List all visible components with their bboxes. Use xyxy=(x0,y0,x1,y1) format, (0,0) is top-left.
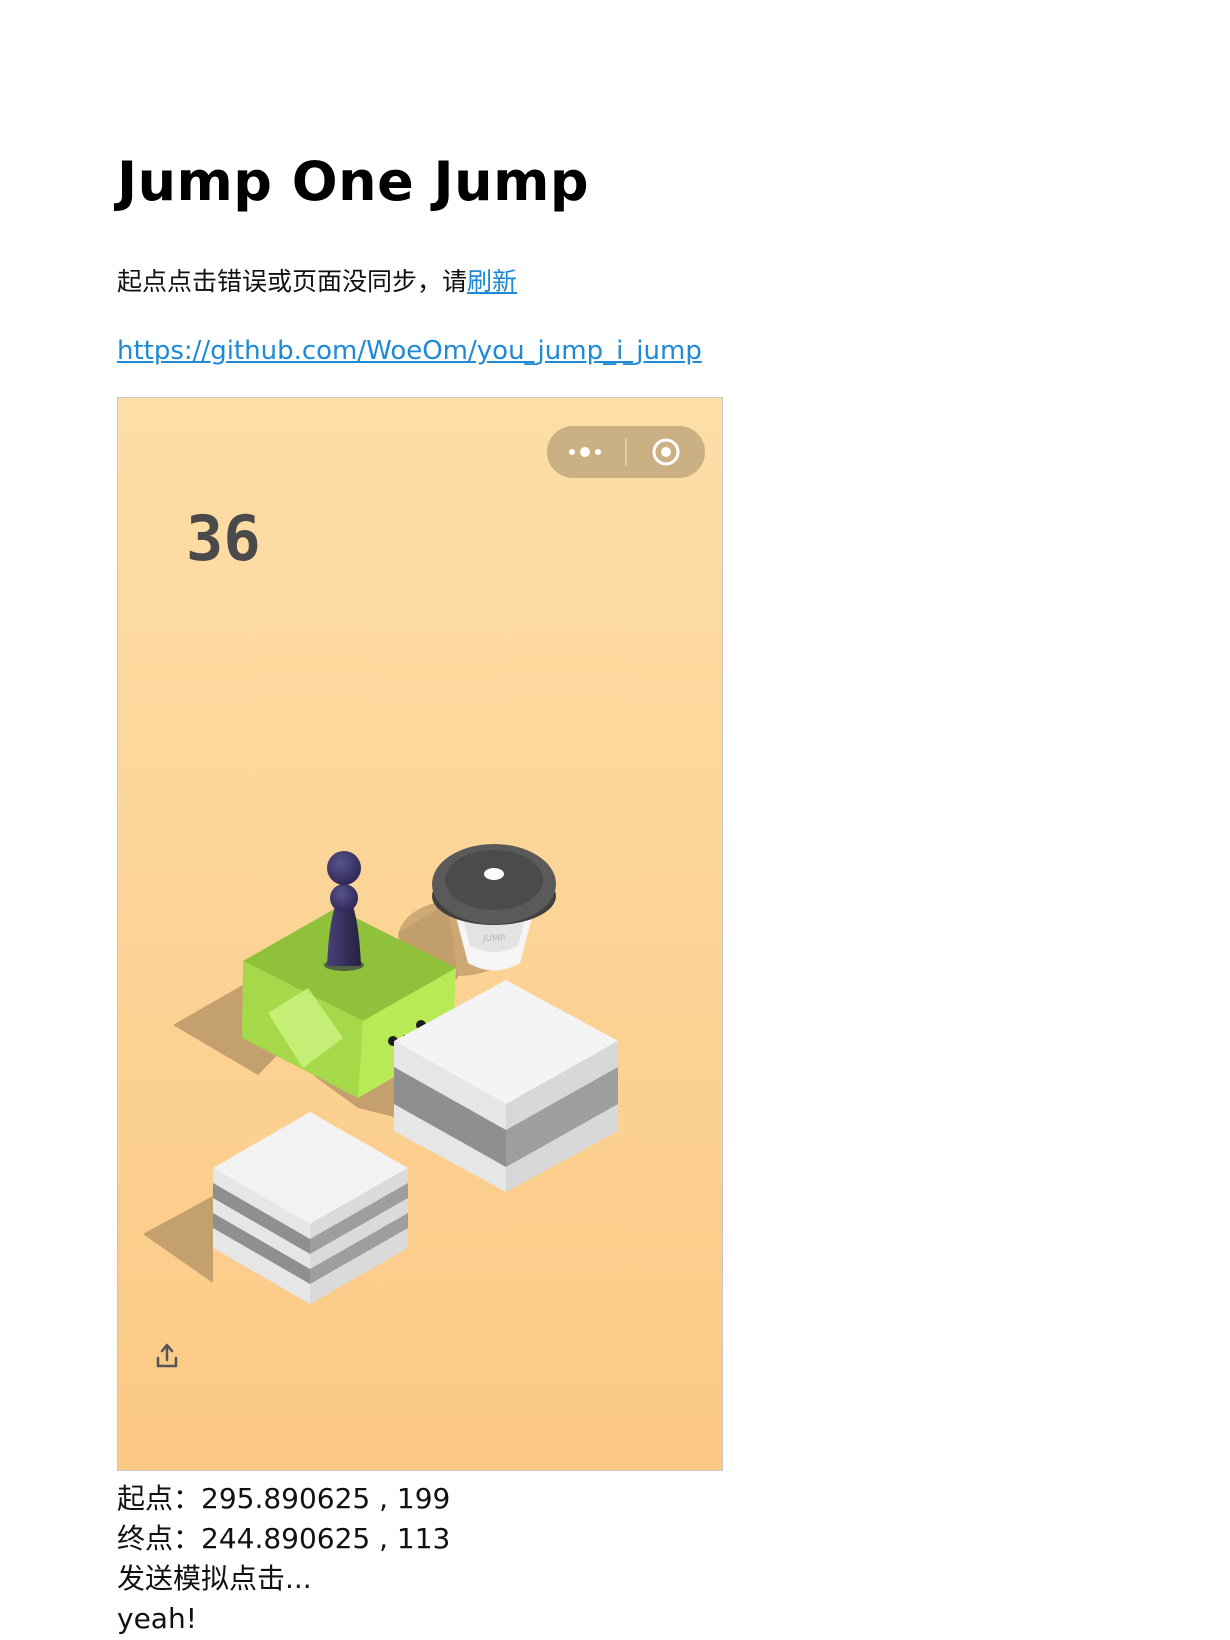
log-line-result: yeah! xyxy=(117,1602,197,1635)
refresh-hint: 起点点击错误或页面没同步，请刷新 xyxy=(117,262,517,298)
cup-brand: JUMP xyxy=(482,934,506,944)
event-log: 起点：295.890625 , 199 终点：244.890625 , 113 … xyxy=(117,1479,450,1639)
game-canvas[interactable]: 36 JUMP xyxy=(118,398,723,1471)
log-line-end: 终点：244.890625 , 113 xyxy=(117,1522,451,1555)
capsule-menu[interactable] xyxy=(547,426,705,478)
repo-line: https://github.com/WoeOm/you_jump_i_jump xyxy=(117,336,702,366)
game-screen[interactable]: 36 JUMP xyxy=(117,397,723,1471)
page-title: Jump One Jump xyxy=(117,150,589,213)
refresh-link[interactable]: 刷新 xyxy=(467,267,517,296)
hint-text: 起点点击错误或页面没同步，请 xyxy=(117,267,468,296)
log-line-start: 起点：295.890625 , 199 xyxy=(117,1482,451,1515)
score-display: 36 xyxy=(186,502,261,575)
log-line-send: 发送模拟点击... xyxy=(117,1562,312,1595)
repo-link[interactable]: https://github.com/WoeOm/you_jump_i_jump xyxy=(117,336,702,366)
